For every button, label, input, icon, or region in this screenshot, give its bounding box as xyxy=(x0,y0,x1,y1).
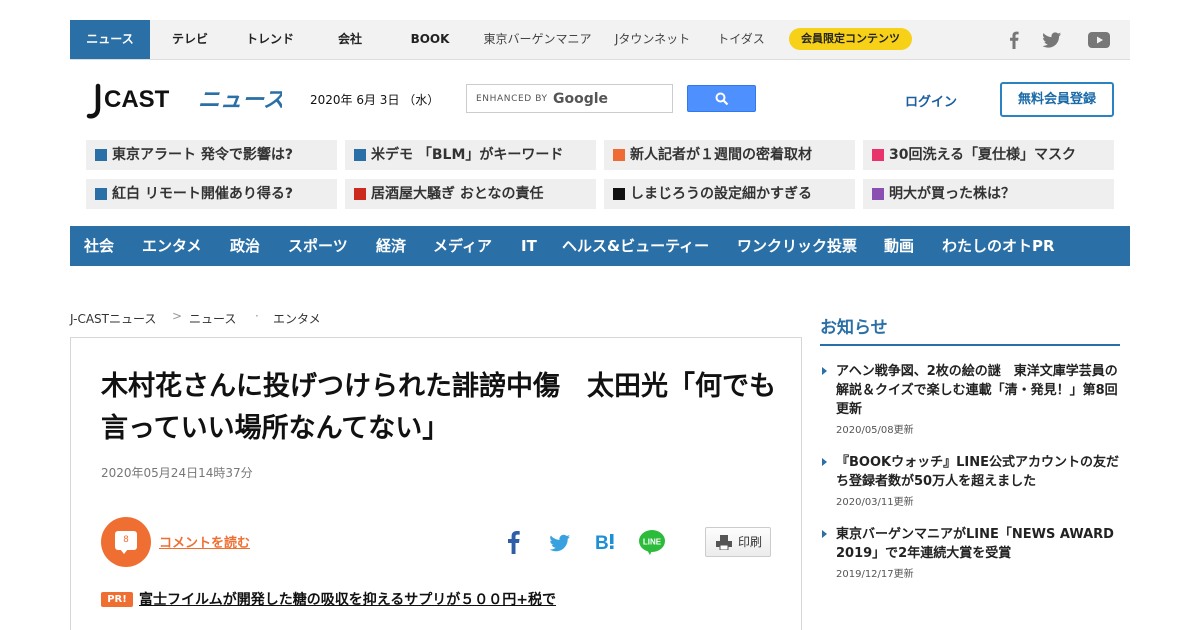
top-nav: ニュース テレビ トレンド 会社 BOOK 東京バーゲンマニア Jタウンネット … xyxy=(70,20,1130,60)
cat-economy[interactable]: 経済 xyxy=(376,226,406,266)
breadcrumb-home[interactable]: J-CASTニュース xyxy=(70,310,156,327)
cat-it[interactable]: IT xyxy=(521,226,537,266)
cat-health-beauty[interactable]: ヘルス&ビューティー xyxy=(562,226,709,266)
triangle-bullet-icon xyxy=(822,367,827,375)
top-nav-tv[interactable]: テレビ xyxy=(155,20,225,59)
cat-politics[interactable]: 政治 xyxy=(230,226,260,266)
news-title: 東京バーゲンマニアがLINE「NEWS AWARD 2019」で2年連続大賞を受… xyxy=(836,527,1114,561)
topic-link[interactable]: 明大が買った株は？ xyxy=(863,179,1114,209)
article-date: 2020年05月24日14時37分 xyxy=(101,466,253,480)
topic-label: 居酒屋大騒ぎ おとなの責任 xyxy=(371,186,544,202)
topic-link[interactable]: 新人記者が１週間の密着取材 xyxy=(604,140,855,170)
cat-video[interactable]: 動画 xyxy=(884,226,914,266)
sidebar-heading: お知らせ xyxy=(820,318,888,338)
news-date: 2020/05/08更新 xyxy=(836,425,914,436)
google-logo: Google xyxy=(553,91,609,107)
topic-label: 東京アラート 発令で影響は? xyxy=(112,147,293,163)
youtube-icon[interactable] xyxy=(1087,29,1111,51)
top-nav-bargain[interactable]: 東京バーゲンマニア xyxy=(475,20,600,59)
sidebar-news-item[interactable]: 東京バーゲンマニアがLINE「NEWS AWARD 2019」で2年連続大賞を受… xyxy=(822,525,1126,580)
top-nav-news[interactable]: ニュース xyxy=(70,20,150,59)
sidebar-divider xyxy=(820,344,1120,346)
print-label: 印刷 xyxy=(738,535,763,549)
cat-society[interactable]: 社会 xyxy=(84,226,114,266)
sidebar-news-item[interactable]: アヘン戦争図、2枚の絵の謎 東洋文庫学芸員の解説＆クイズで楽しむ連載「清・発見！… xyxy=(822,362,1126,436)
topic-marker xyxy=(95,149,107,161)
jcast-news-logo[interactable]: CAST ニュース xyxy=(86,80,282,122)
triangle-bullet-icon xyxy=(822,530,827,538)
topic-label: 新人記者が１週間の密着取材 xyxy=(630,147,812,163)
triangle-bullet-icon xyxy=(822,458,827,466)
pr-badge: PR! xyxy=(101,592,133,607)
breadcrumb-separator: · xyxy=(255,309,259,323)
cat-sports[interactable]: スポーツ xyxy=(288,226,348,266)
topic-label: 米デモ 「BLM」がキーワード xyxy=(371,147,564,163)
twitter-share-icon[interactable] xyxy=(548,528,572,556)
topic-marker xyxy=(354,188,366,200)
news-title: 『BOOKウォッチ』LINE公式アカウントの友だち登録者数が50万人を超えました xyxy=(836,455,1119,489)
topic-marker xyxy=(613,149,625,161)
topic-marker xyxy=(872,149,884,161)
top-nav-company[interactable]: 会社 xyxy=(315,20,385,59)
read-comments-link[interactable]: コメントを読む xyxy=(159,532,250,551)
member-content-button[interactable]: 会員限定コンテンツ xyxy=(789,28,912,50)
topic-link[interactable]: 東京アラート 発令で影響は? xyxy=(86,140,337,170)
print-button[interactable]: 印刷 xyxy=(705,527,771,557)
topic-label: 紅白 リモート開催あり得る? xyxy=(112,186,293,202)
breadcrumb-news[interactable]: ニュース xyxy=(189,310,236,327)
search-icon xyxy=(715,92,729,106)
news-title: アヘン戦争図、2枚の絵の謎 東洋文庫学芸員の解説＆クイズで楽しむ連載「清・発見！… xyxy=(836,364,1118,417)
svg-text:CAST: CAST xyxy=(104,86,170,113)
category-nav: 社会 エンタメ 政治 スポーツ 経済 メディア IT ヘルス&ビューティー ワン… xyxy=(70,226,1130,266)
top-nav-jtown[interactable]: Jタウンネット xyxy=(605,20,700,59)
cat-entame[interactable]: エンタメ xyxy=(142,226,202,266)
topic-marker xyxy=(872,188,884,200)
current-date: 2020年 6月 3日 （水） xyxy=(310,93,440,107)
search-input[interactable]: ENHANCED BY Google xyxy=(466,84,673,113)
news-date: 2019/12/17更新 xyxy=(836,569,914,580)
search-enhanced-label: ENHANCED BY xyxy=(476,94,548,104)
top-nav-trend[interactable]: トレンド xyxy=(235,20,305,59)
print-icon xyxy=(716,535,732,550)
comment-bubble-tail xyxy=(120,549,128,554)
topic-marker xyxy=(354,149,366,161)
twitter-icon[interactable] xyxy=(1041,29,1063,51)
facebook-icon[interactable] xyxy=(1003,29,1025,51)
breadcrumb-entame[interactable]: エンタメ xyxy=(273,310,321,327)
news-date: 2020/03/11更新 xyxy=(836,497,914,508)
hatena-bookmark-icon[interactable]: B xyxy=(594,528,618,556)
top-nav-book[interactable]: BOOK xyxy=(395,20,465,59)
sidebar-news-item[interactable]: 『BOOKウォッチ』LINE公式アカウントの友だち登録者数が50万人を超えました… xyxy=(822,453,1126,508)
topic-label: 30回洗える「夏仕様」マスク xyxy=(889,147,1077,163)
breadcrumb-separator: > xyxy=(172,309,183,323)
line-share-icon[interactable]: LINE xyxy=(638,528,666,556)
pr-link[interactable]: 富士フイルムが開発した糖の吸収を抑えるサプリが５００円+税で xyxy=(139,589,556,609)
facebook-share-icon[interactable] xyxy=(505,528,523,556)
comment-count: 8 xyxy=(115,531,137,550)
topic-link[interactable]: 30回洗える「夏仕様」マスク xyxy=(863,140,1114,170)
cat-watashi-no-oto-pr[interactable]: わたしのオトPR xyxy=(942,226,1055,266)
svg-text:ニュース: ニュース xyxy=(198,88,282,113)
topic-label: 明大が買った株は？ xyxy=(889,186,1015,202)
topic-link[interactable]: 紅白 リモート開催あり得る? xyxy=(86,179,337,209)
topic-marker xyxy=(613,188,625,200)
top-nav-toidas[interactable]: トイダス xyxy=(706,20,776,59)
cat-one-click-vote[interactable]: ワンクリック投票 xyxy=(737,226,857,266)
comment-badge[interactable]: 8 xyxy=(101,517,151,567)
topic-label: しまじろうの設定細かすぎる xyxy=(630,186,812,202)
register-button[interactable]: 無料会員登録 xyxy=(1000,82,1114,117)
login-link[interactable]: ログイン xyxy=(905,91,957,110)
svg-text:LINE: LINE xyxy=(643,538,662,547)
search-button[interactable] xyxy=(687,85,756,112)
svg-text:B: B xyxy=(595,533,609,554)
article-title: 木村花さんに投げつけられた誹謗中傷 太田光「何でも言っていい場所なんてない」 xyxy=(101,371,776,444)
topic-marker xyxy=(95,188,107,200)
cat-media[interactable]: メディア xyxy=(433,226,492,266)
topic-link[interactable]: しまじろうの設定細かすぎる xyxy=(604,179,855,209)
topic-link[interactable]: 居酒屋大騒ぎ おとなの責任 xyxy=(345,179,596,209)
topic-link[interactable]: 米デモ 「BLM」がキーワード xyxy=(345,140,596,170)
